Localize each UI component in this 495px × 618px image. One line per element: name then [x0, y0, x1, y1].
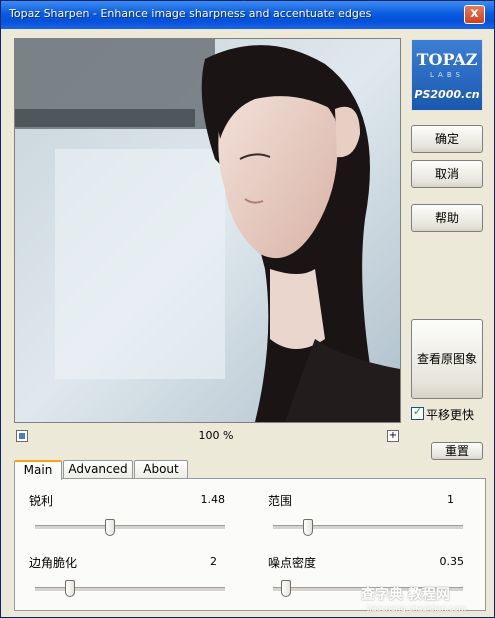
- sharpness-label: 锐利: [29, 494, 54, 508]
- edge-crispness-slider-track[interactable]: [35, 587, 225, 592]
- tab-main[interactable]: Main: [14, 460, 62, 480]
- cancel-button[interactable]: 取消: [411, 160, 483, 188]
- noise-density-value: 0.35: [439, 555, 465, 568]
- sharpness-slider-thumb[interactable]: [105, 519, 116, 536]
- pan-faster-label: 平移更快: [426, 408, 475, 422]
- zoom-in-button[interactable]: +: [387, 430, 399, 442]
- close-button[interactable]: x: [464, 5, 485, 24]
- sharpness-slider-track[interactable]: [35, 525, 225, 530]
- edge-crispness-label: 边角脆化: [29, 556, 78, 570]
- window-title: Topaz Sharpen - Enhance image sharpness …: [9, 7, 372, 20]
- topaz-sharpen-window: Topaz Sharpen - Enhance image sharpness …: [0, 0, 495, 618]
- tab-advanced[interactable]: Advanced: [63, 460, 133, 478]
- watermark-text: 查字典 教程网: [361, 587, 450, 603]
- title-bar[interactable]: Topaz Sharpen - Enhance image sharpness …: [1, 1, 494, 29]
- noise-density-slider-thumb[interactable]: [280, 580, 291, 597]
- noise-density-label: 噪点密度: [268, 556, 317, 570]
- image-preview[interactable]: [14, 38, 401, 423]
- topaz-labs-logo: TOPAZ LABS PS2000.cn: [411, 39, 483, 111]
- radius-label: 范围: [268, 494, 293, 508]
- help-button[interactable]: 帮助: [411, 204, 483, 232]
- tab-about[interactable]: About: [134, 460, 188, 478]
- edge-crispness-value: 2: [210, 555, 217, 568]
- preview-photo: [15, 39, 400, 422]
- zoom-out-button[interactable]: [16, 430, 28, 442]
- radius-slider-thumb[interactable]: [303, 519, 314, 536]
- view-original-button[interactable]: 查看原图象: [411, 319, 483, 399]
- radius-value: 1: [447, 493, 454, 506]
- watermark-url: jiaocheng.chazidian.com: [367, 604, 467, 613]
- logo-subtitle: LABS: [430, 71, 464, 79]
- reset-button[interactable]: 重置: [431, 442, 483, 460]
- zoom-level: 100 %: [198, 429, 234, 442]
- radius-slider-track[interactable]: [273, 525, 463, 530]
- sharpness-value: 1.48: [200, 493, 226, 506]
- edge-crispness-slider-thumb[interactable]: [65, 580, 76, 597]
- logo-brand: TOPAZ: [416, 50, 478, 69]
- ok-button[interactable]: 确定: [411, 125, 483, 153]
- pan-faster-checkbox[interactable]: [411, 405, 424, 420]
- logo-site: PS2000.cn: [414, 88, 480, 101]
